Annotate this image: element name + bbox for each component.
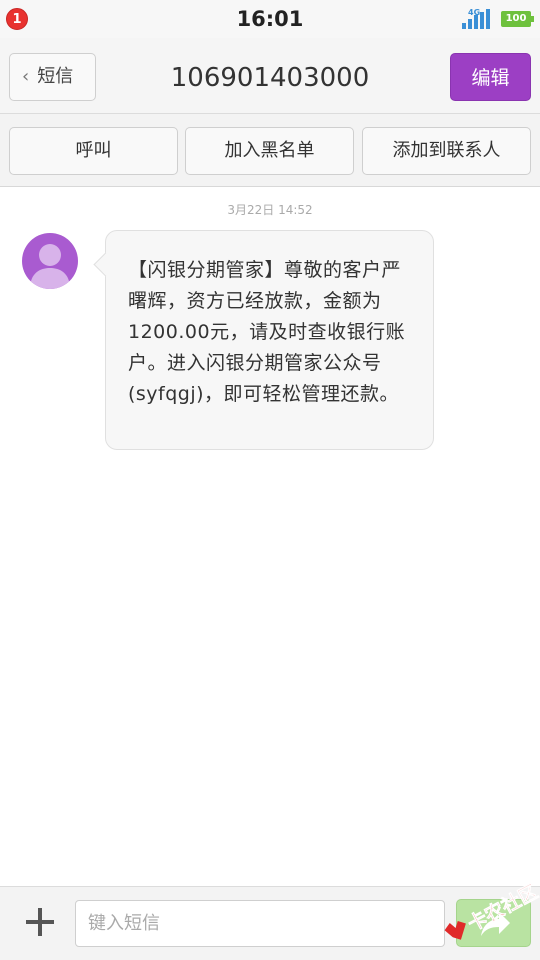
status-time: 16:01 bbox=[236, 7, 304, 31]
chevron-left-icon: ‹ bbox=[22, 66, 30, 87]
battery-icon: 100 bbox=[501, 11, 534, 27]
add-attachment-button[interactable] bbox=[20, 902, 60, 942]
add-to-contacts-button[interactable]: 添加到联系人 bbox=[362, 127, 531, 175]
composer-bar bbox=[0, 886, 540, 960]
message-input[interactable] bbox=[75, 900, 445, 947]
person-icon bbox=[30, 244, 70, 289]
send-button[interactable] bbox=[456, 899, 531, 947]
status-bar: 1 16:01 4G 100 bbox=[0, 0, 540, 38]
contact-avatar[interactable] bbox=[22, 233, 78, 289]
message-timestamp: 3月22日 14:52 bbox=[227, 203, 313, 217]
back-button[interactable]: ‹ 短信 bbox=[9, 53, 96, 101]
add-to-blacklist-button[interactable]: 加入黑名单 bbox=[185, 127, 354, 175]
call-button[interactable]: 呼叫 bbox=[9, 127, 178, 175]
message-bubble[interactable]: 【闪银分期管家】尊敬的客户严曙辉，资方已经放款，金额为1200.00元，请及时查… bbox=[105, 230, 434, 450]
send-arrow-icon bbox=[481, 912, 510, 936]
edit-button[interactable]: 编辑 bbox=[450, 53, 531, 101]
back-label: 短信 bbox=[37, 66, 74, 87]
title-bar: ‹ 短信 106901403000 编辑 bbox=[0, 38, 540, 114]
page-title: 106901403000 bbox=[170, 63, 370, 93]
action-row: 呼叫 加入黑名单 添加到联系人 bbox=[0, 114, 540, 187]
signal-icon: 4G bbox=[462, 8, 496, 29]
